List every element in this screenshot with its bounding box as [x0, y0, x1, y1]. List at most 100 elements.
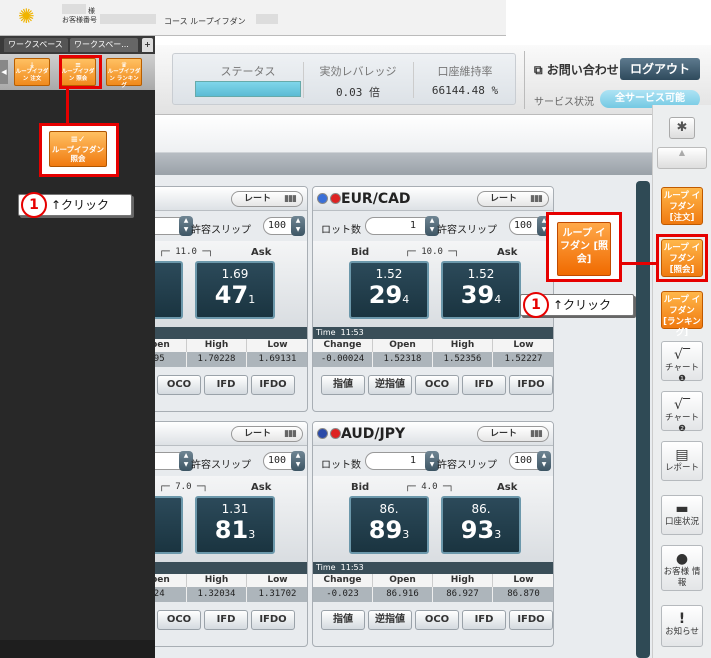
tab-workspace[interactable]: ワークスペース: [4, 38, 68, 52]
chart-icon: √‾: [674, 347, 690, 363]
loading-spinner-icon: ✺: [18, 4, 35, 28]
workspace-tabs: ワークスペース ワークスペー... ✖ +: [0, 36, 155, 63]
notice-button[interactable]: ! お知らせ: [661, 605, 703, 647]
order-buttons: 指値 逆指値 OCO IFD IFDO: [313, 371, 553, 401]
ask-label: Ask: [251, 482, 272, 493]
currency-panel: EUR/CAD レート ▮▮▮ ロット数 1 ▲ ▼ 許容スリップ 100 ▲ ▼ Bid ┌─ 10.…: [312, 186, 554, 412]
bid-label: Bid: [351, 247, 370, 258]
order-button[interactable]: OCO: [415, 375, 459, 395]
loop-ranking-button[interactable]: ♛ ループイフダン ランキング: [106, 58, 142, 89]
quote-area: Bid ┌─ 10.0 ─┐ Ask 1.52 294 1.52 394: [313, 241, 553, 327]
highlight-toolstrip-inquiry: [59, 55, 102, 89]
currency-pair: EUR/CAD: [341, 191, 411, 207]
spread-value: ┌─ 4.0 ─┐: [405, 482, 454, 492]
leverage-value: 0.03 倍: [335, 86, 381, 99]
lot-row: ロット数 1 ▲ ▼ 許容スリップ 100 ▲ ▼: [313, 215, 553, 239]
quote-area: Bid ┌─ 4.0 ─┐ Ask 86. 893 86. 933: [313, 476, 553, 562]
rt-loop-order-button[interactable]: ループ イフダン [注文]: [661, 187, 703, 225]
inquiry-zoom-button: ≡✓ ループイフダン 照会: [49, 131, 107, 167]
chart2-button[interactable]: √‾ チャート❷: [661, 391, 703, 434]
account-status-button[interactable]: ▬ 口座状況: [661, 495, 703, 535]
ask-quote-button[interactable]: 1.31 813: [195, 496, 275, 554]
rate-toggle[interactable]: レート ▮▮▮: [231, 426, 303, 442]
add-tab-icon[interactable]: +: [142, 38, 153, 52]
customer-number-label: お客様番号: [62, 16, 97, 24]
status-indicator: [195, 81, 301, 97]
order-button[interactable]: IFD: [462, 375, 506, 395]
person-icon: ●: [675, 551, 689, 567]
currency-flags-icon: [317, 428, 343, 442]
order-button[interactable]: 指値: [321, 610, 365, 630]
service-status-label: サービス状況: [534, 97, 594, 108]
order-button[interactable]: IFDO: [251, 375, 295, 395]
contact-icon: ⧉: [534, 63, 543, 77]
order-button[interactable]: 逆指値: [368, 610, 412, 630]
rt-loop-ranking-button[interactable]: ループ イフダン [ランキング]: [661, 291, 703, 338]
slip-label: 許容スリップ: [191, 225, 251, 236]
order-button[interactable]: IFD: [204, 610, 248, 630]
ask-quote-button[interactable]: 86. 933: [441, 496, 521, 554]
slip-stepper-icon[interactable]: ▲ ▼: [291, 216, 305, 236]
customer-info-button[interactable]: ● お客様 情報: [661, 545, 703, 591]
ask-quote-button[interactable]: 1.52 394: [441, 261, 521, 319]
order-button[interactable]: 指値: [321, 375, 365, 395]
status-summary: ステータス 実効レバレッジ 0.03 倍 口座維持率 66144.48 %: [172, 53, 516, 105]
scroll-left-icon[interactable]: ◀: [0, 60, 8, 84]
bars-icon: ▮▮▮: [284, 429, 297, 439]
click-hint-right: 1 ↑クリック: [520, 292, 634, 318]
list-check-icon: ≡✓: [70, 135, 86, 145]
ask-quote-button[interactable]: 1.69 471: [195, 261, 275, 319]
customer-honorific: 様: [88, 7, 95, 15]
rate-toggle[interactable]: レート ▮▮▮: [231, 191, 303, 207]
order-button[interactable]: IFDO: [509, 375, 553, 395]
report-button[interactable]: ▤ レポート: [661, 441, 703, 481]
chart1-button[interactable]: √‾ チャート❶: [661, 341, 703, 384]
margin-label: 口座維持率: [437, 65, 493, 78]
ask-label: Ask: [497, 482, 518, 493]
right-toolbar: ✱ ▲ ループ イフダン [注文] ループ イフダン [照会] ループ イフダン…: [652, 105, 711, 658]
top-bar: ✺ お客様番号 様 コース ループイフダン: [0, 0, 506, 36]
order-button[interactable]: IFD: [462, 610, 506, 630]
card-icon: ▬: [675, 501, 689, 517]
chart-icon: √‾: [674, 397, 690, 413]
price-stats: Change -0.00024 Open 1.52318 High 1.52356 Low 1…: [313, 339, 553, 367]
slip-stepper-icon[interactable]: ▲ ▼: [537, 451, 551, 471]
time-bar: Time 11:53: [313, 562, 553, 574]
price-stats: Change -0.023 Open 86.916 High 86.927 Low 86.87…: [313, 574, 553, 602]
inquiry-zoom-button-right: ループ イフダン [照会]: [557, 222, 611, 276]
vertical-scrollbar[interactable]: [636, 181, 650, 658]
order-button[interactable]: IFDO: [251, 610, 295, 630]
highlight-rt-inquiry: [656, 234, 708, 282]
rate-toggle[interactable]: レート ▮▮▮: [477, 191, 549, 207]
slip-label: 許容スリップ: [191, 460, 251, 471]
order-button[interactable]: OCO: [157, 375, 201, 395]
currency-pair: AUD/JPY: [341, 426, 406, 442]
bid-quote-button[interactable]: 86. 893: [349, 496, 429, 554]
settings-gear-icon[interactable]: ✱: [669, 117, 695, 139]
tab-workspace-2[interactable]: ワークスペー... ✖: [70, 38, 138, 63]
contact-link[interactable]: ⧉ お問い合わせ: [534, 61, 619, 78]
bars-icon: ▮▮▮: [530, 194, 543, 204]
panel-header: AUD/JPY レート ▮▮▮: [313, 422, 553, 446]
click-hint-left: 1 ↑クリック: [18, 192, 132, 218]
rate-toggle[interactable]: レート ▮▮▮: [477, 426, 549, 442]
order-button[interactable]: OCO: [157, 610, 201, 630]
order-button[interactable]: IFDO: [509, 610, 553, 630]
order-button[interactable]: 逆指値: [368, 375, 412, 395]
window-footer: [0, 640, 155, 658]
slip-stepper-icon[interactable]: ▲ ▼: [291, 451, 305, 471]
order-button[interactable]: IFD: [204, 375, 248, 395]
logout-button[interactable]: ログアウト: [620, 58, 700, 80]
workspace-header: [152, 115, 652, 153]
panel-header: EUR/CAD レート ▮▮▮: [313, 187, 553, 211]
collapse-arrow-icon[interactable]: ▲: [657, 147, 707, 169]
bid-quote-button[interactable]: 1.52 294: [349, 261, 429, 319]
order-button[interactable]: OCO: [415, 610, 459, 630]
workspace-subheader: [152, 153, 652, 175]
slip-label: 許容スリップ: [437, 460, 497, 471]
download-icon: ⤓: [30, 61, 34, 69]
currency-flags-icon: [317, 193, 343, 207]
bars-icon: ▮▮▮: [530, 429, 543, 439]
loop-order-button[interactable]: ⤓ ループイフダン 注文: [14, 58, 50, 86]
bars-icon: ▮▮▮: [284, 194, 297, 204]
